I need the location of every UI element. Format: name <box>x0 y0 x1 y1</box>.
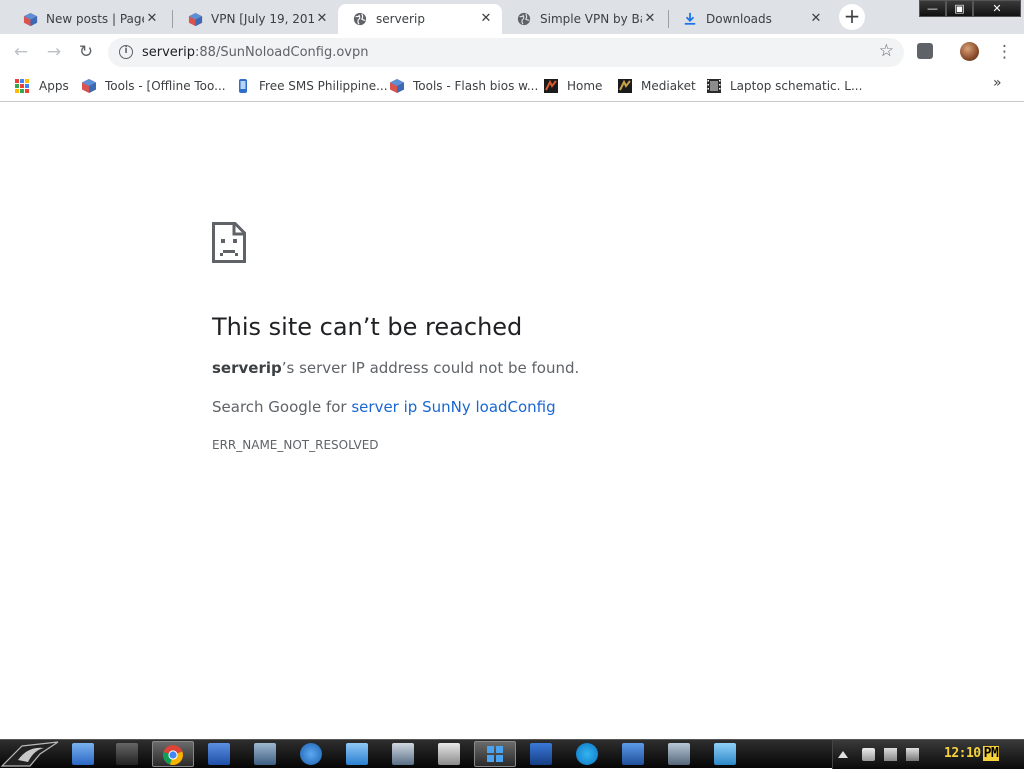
reload-button[interactable]: ↻ <box>74 40 98 64</box>
utility-app-icon[interactable] <box>668 743 690 765</box>
chrome-taskbar-button[interactable] <box>152 741 194 767</box>
error-message: serverip’s server IP address could not b… <box>212 359 579 377</box>
url-text[interactable]: serverip:88/SunNoloadConfig.ovpn <box>142 45 369 60</box>
bookmark-free-sms[interactable]: Free SMS Philippine... <box>235 76 388 96</box>
tab-title: Downloads <box>706 12 772 26</box>
start-button[interactable] <box>0 740 60 769</box>
vpn-cube-icon <box>82 79 96 93</box>
network-icon[interactable] <box>884 748 897 761</box>
bookmark-label: Tools - Flash bios w... <box>413 79 539 93</box>
chrome-icon <box>163 745 183 765</box>
vpn-cube-icon <box>390 79 404 93</box>
bookmark-label: Laptop schematic. L... <box>730 79 863 93</box>
clock-ampm: PM <box>982 746 1000 761</box>
flask-app-icon[interactable] <box>714 743 736 765</box>
forward-button[interactable]: → <box>42 40 66 64</box>
search-prefix: Search Google for <box>212 398 352 416</box>
bookmark-label: Free SMS Philippine... <box>259 79 388 93</box>
teamviewer-icon[interactable] <box>300 743 322 765</box>
bookmark-label: Mediaket <box>641 79 696 93</box>
bookmark-label: Apps <box>39 79 69 93</box>
close-icon[interactable]: ✕ <box>144 11 160 27</box>
toolbar: ← → ↻ i serverip:88/SunNoloadConfig.ovpn… <box>0 34 1024 70</box>
battery-icon[interactable] <box>906 748 919 761</box>
bookmark-apps[interactable]: Apps <box>15 76 69 96</box>
download-icon <box>682 11 698 27</box>
word-icon[interactable] <box>208 743 230 765</box>
tab-serverip[interactable]: serverip ✕ <box>338 4 502 34</box>
site-icon <box>544 79 558 93</box>
vpn-cube-icon <box>22 11 38 27</box>
menu-icon[interactable]: ⋮ <box>996 40 1013 64</box>
error-code: ERR_NAME_NOT_RESOLVED <box>212 438 379 452</box>
bookmark-tools-flash[interactable]: Tools - Flash bios w... <box>389 76 538 96</box>
tray-expand-icon[interactable] <box>838 751 848 758</box>
apps-grid-icon <box>15 79 29 93</box>
desktop-icon[interactable] <box>116 743 138 765</box>
taskbar-clock[interactable]: 12:10 PM <box>944 746 1000 761</box>
keyboard-icon[interactable] <box>72 743 94 765</box>
tab-new-posts[interactable]: New posts | Page 2 ✕ <box>8 4 168 34</box>
windows-grid-icon <box>487 746 503 762</box>
bookmark-label: Home <box>567 79 603 93</box>
tab-title: VPN [July 19, 2019] <box>211 12 314 26</box>
windows-explorer-button[interactable] <box>474 741 516 767</box>
bookmarks-bar: Apps Tools - [Offline Too... Free SMS Ph… <box>0 70 1024 102</box>
close-icon[interactable]: ✕ <box>314 11 330 27</box>
sad-document-icon <box>212 222 246 263</box>
bookmark-tools-offline[interactable]: Tools - [Offline Too... <box>81 76 226 96</box>
minimize-button[interactable]: — <box>919 0 946 17</box>
star-icon[interactable]: ☆ <box>879 41 894 61</box>
phone-icon <box>239 79 247 93</box>
tab-title: Simple VPN by Bar <box>540 12 642 26</box>
tab-vpn-july[interactable]: VPN [July 19, 2019] ✕ <box>173 4 338 34</box>
monitor-icon[interactable] <box>392 743 414 765</box>
tab-simple-vpn[interactable]: Simple VPN by Bar ✕ <box>502 4 666 34</box>
error-page: This site can’t be reached serverip’s se… <box>0 103 1024 739</box>
window-close-button[interactable]: ✕ <box>973 0 1021 17</box>
back-button[interactable]: ← <box>9 40 33 64</box>
close-icon[interactable]: ✕ <box>642 11 658 27</box>
tab-downloads[interactable]: Downloads ✕ <box>668 4 832 34</box>
vpn-cube-icon <box>187 11 203 27</box>
search-google-link[interactable]: server ip SunNy loadConfig <box>351 398 555 416</box>
maximize-button[interactable]: ▣ <box>946 0 973 17</box>
extension-icon[interactable] <box>917 43 933 59</box>
tab-strip: New posts | Page 2 ✕ VPN [July 19, 2019]… <box>0 0 1024 34</box>
avatar[interactable] <box>960 42 979 61</box>
bookmarks-overflow-button[interactable]: » <box>993 75 1002 91</box>
bookmark-laptop-schematic[interactable]: Laptop schematic. L... <box>706 76 862 96</box>
network-app-icon[interactable] <box>346 743 368 765</box>
bookmark-mediaket[interactable]: Mediaket <box>617 76 696 96</box>
tab-title: serverip <box>376 12 425 26</box>
clock-time: 12:10 <box>944 746 981 761</box>
close-icon[interactable]: ✕ <box>478 11 494 27</box>
editor-app-icon[interactable] <box>622 743 644 765</box>
tab-title: New posts | Page 2 <box>46 12 144 26</box>
volume-icon[interactable] <box>862 748 875 761</box>
url-host: serverip <box>142 45 196 60</box>
error-message-text: ’s server IP address could not be found. <box>281 359 580 377</box>
error-host: serverip <box>212 359 282 377</box>
globe-icon <box>516 11 532 27</box>
bookmark-home[interactable]: Home <box>543 76 602 96</box>
film-icon <box>707 79 721 93</box>
url-path: :88/SunNoloadConfig.ovpn <box>195 45 369 60</box>
close-icon[interactable]: ✕ <box>808 11 824 27</box>
taskbar: 12:10 PM <box>0 739 1024 769</box>
office-app-icon[interactable] <box>530 743 552 765</box>
settings-app-icon[interactable] <box>254 743 276 765</box>
address-bar[interactable]: i serverip:88/SunNoloadConfig.ovpn ☆ <box>108 38 904 67</box>
bookmark-label: Tools - [Offline Too... <box>105 79 226 93</box>
new-tab-button[interactable]: + <box>839 4 865 30</box>
page-title: This site can’t be reached <box>212 313 523 341</box>
skype-icon[interactable] <box>576 743 598 765</box>
site-icon <box>618 79 632 93</box>
search-suggestion: Search Google for server ip SunNy loadCo… <box>212 398 556 416</box>
globe-icon <box>352 11 368 27</box>
info-icon[interactable]: i <box>119 45 133 59</box>
tool-app-icon[interactable] <box>438 743 460 765</box>
